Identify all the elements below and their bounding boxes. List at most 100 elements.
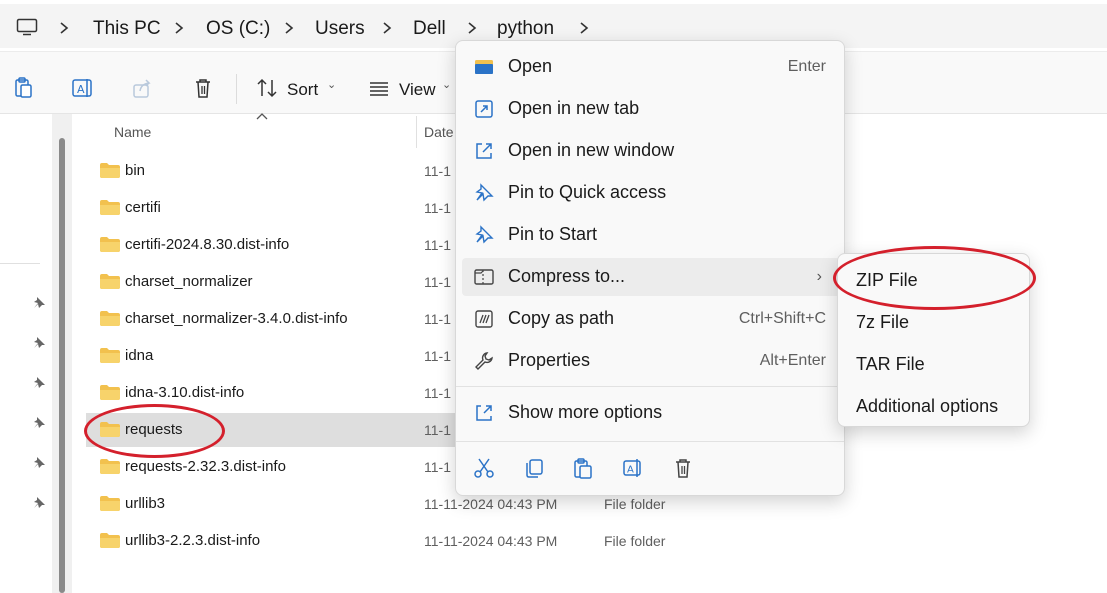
- delete-icon[interactable]: [672, 457, 694, 479]
- submenu-item-label: Additional options: [856, 396, 999, 416]
- file-name: charset_normalizer: [125, 273, 253, 290]
- file-type: File folder: [604, 533, 666, 549]
- file-date: 11-1: [424, 385, 451, 401]
- pin-icon: [475, 225, 494, 244]
- pin-icon[interactable]: [32, 336, 46, 350]
- menu-item-label: Show more options: [508, 402, 663, 422]
- copy-path-icon: [475, 310, 493, 328]
- file-name: bin: [125, 162, 146, 179]
- delete-icon[interactable]: [191, 76, 215, 100]
- file-name: requests-2.32.3.dist-info: [125, 458, 286, 475]
- chevron-right-icon[interactable]: [578, 21, 590, 35]
- chevron-right-icon[interactable]: [173, 21, 185, 35]
- file-name: idna-3.10.dist-info: [125, 384, 245, 401]
- nav-scrollbar-thumb[interactable]: [59, 138, 65, 593]
- new-window-icon: [476, 143, 492, 159]
- chevron-down-icon[interactable]: ⌄: [442, 78, 451, 91]
- menu-item-label: Open in new window: [508, 140, 675, 160]
- chevron-right-icon[interactable]: [58, 21, 70, 35]
- pin-icon[interactable]: [32, 376, 46, 390]
- file-date: 11-1: [424, 422, 451, 438]
- menu-item-open-in-new-window[interactable]: Open in new window: [462, 132, 840, 170]
- breadcrumb-os-c[interactable]: OS (C:): [206, 18, 270, 40]
- menu-item-properties[interactable]: Properties Alt+Enter: [462, 342, 840, 380]
- rename-icon[interactable]: A: [71, 76, 95, 100]
- file-date: 11-1: [424, 274, 451, 290]
- toolbar-separator: [236, 74, 237, 104]
- folder-icon: [100, 311, 120, 326]
- copy-icon[interactable]: [523, 457, 545, 479]
- column-divider[interactable]: [416, 116, 417, 148]
- column-header-date[interactable]: Date: [424, 124, 454, 140]
- sort-icon[interactable]: [256, 76, 280, 100]
- file-name: urllib3-2.2.3.dist-info: [125, 532, 261, 549]
- pin-icon[interactable]: [32, 496, 46, 510]
- nav-divider: [0, 263, 40, 264]
- folder-icon: [100, 496, 120, 511]
- menu-item-shortcut: Enter: [787, 58, 826, 75]
- new-tab-icon: [475, 100, 493, 118]
- submenu-item-tar[interactable]: TAR File: [844, 345, 1025, 383]
- cut-icon[interactable]: [473, 457, 495, 479]
- chevron-right-icon[interactable]: [283, 21, 295, 35]
- sort-button[interactable]: Sort: [287, 80, 318, 100]
- menu-separator: [456, 441, 844, 442]
- rename-icon[interactable]: A: [622, 457, 644, 479]
- menu-item-label: Open: [508, 56, 553, 76]
- annotation-circle-zip-file: [833, 246, 1036, 310]
- submenu-item-label: 7z File: [856, 312, 910, 332]
- chevron-right-icon[interactable]: [466, 21, 478, 35]
- folder-icon: [100, 274, 120, 289]
- breadcrumb-python[interactable]: python: [497, 18, 554, 40]
- menu-item-pin-to-quick-access[interactable]: Pin to Quick access: [462, 174, 840, 212]
- file-name: certifi: [125, 199, 161, 216]
- folder-icon: [100, 163, 120, 178]
- paste-icon[interactable]: [572, 457, 594, 479]
- chevron-right-icon[interactable]: [381, 21, 393, 35]
- submenu-item-additional-options[interactable]: Additional options: [844, 387, 1025, 425]
- column-header-name[interactable]: Name: [114, 124, 151, 140]
- breadcrumb-users[interactable]: Users: [315, 18, 365, 40]
- this-pc-icon[interactable]: [16, 18, 38, 36]
- chevron-down-icon[interactable]: ⌄: [327, 78, 336, 91]
- folder-icon: [100, 533, 120, 548]
- show-more-icon: [476, 405, 492, 421]
- file-date: 11-1: [424, 459, 451, 475]
- annotation-circle-requests: [84, 404, 225, 458]
- view-button[interactable]: View: [399, 80, 436, 100]
- menu-item-open[interactable]: Open Enter: [462, 48, 840, 86]
- menu-item-show-more-options[interactable]: Show more options: [462, 394, 840, 432]
- paste-icon[interactable]: [12, 76, 36, 100]
- menu-item-pin-to-start[interactable]: Pin to Start: [462, 216, 840, 254]
- folder-open-icon: [475, 60, 493, 74]
- menu-item-copy-as-path[interactable]: Copy as path Ctrl+Shift+C: [462, 300, 840, 338]
- file-date: 11-11-2024 04:43 PM: [424, 496, 558, 512]
- folder-icon: [100, 200, 120, 215]
- menu-item-label: Properties: [508, 350, 591, 370]
- file-name: idna: [125, 347, 154, 364]
- pin-icon[interactable]: [32, 296, 46, 310]
- file-name: urllib3: [125, 495, 166, 512]
- submenu-item-label: TAR File: [856, 354, 925, 374]
- menu-item-compress-to[interactable]: Compress to... ›: [462, 258, 840, 296]
- menu-item-label: Compress to...: [508, 266, 626, 286]
- breadcrumb-this-pc[interactable]: This PC: [93, 18, 161, 40]
- file-name: charset_normalizer-3.4.0.dist-info: [125, 310, 348, 327]
- menu-item-open-in-new-tab[interactable]: Open in new tab: [462, 90, 840, 128]
- svg-text:A: A: [77, 83, 85, 96]
- share-icon[interactable]: [131, 76, 155, 100]
- pin-icon: [475, 183, 494, 202]
- view-icon[interactable]: [368, 76, 392, 100]
- breadcrumb-dell[interactable]: Dell: [413, 18, 446, 40]
- menu-separator: [456, 386, 844, 387]
- folder-icon: [100, 348, 120, 363]
- sort-ascending-icon: [256, 113, 268, 120]
- wrench-icon: [475, 352, 493, 370]
- file-type: File folder: [604, 496, 666, 512]
- pin-icon[interactable]: [32, 416, 46, 430]
- folder-icon: [100, 385, 120, 400]
- folder-icon: [100, 237, 120, 252]
- file-date: 11-1: [424, 163, 451, 179]
- pin-icon[interactable]: [32, 456, 46, 470]
- file-date: 11-1: [424, 311, 451, 327]
